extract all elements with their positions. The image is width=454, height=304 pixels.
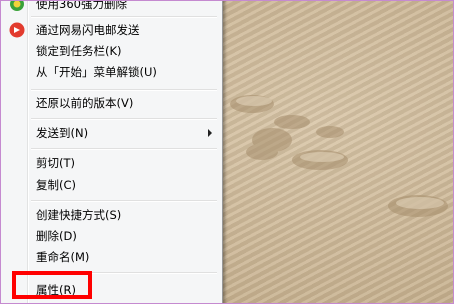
menu-separator <box>31 118 217 120</box>
menu-separator <box>31 89 217 91</box>
menu-item-cut[interactable]: 剪切(T) <box>3 153 219 173</box>
menu-item-copy[interactable]: 复制(C) <box>3 175 219 195</box>
menu-separator <box>31 16 217 18</box>
context-menu: 使用360强力删除 通过网易闪电邮发送 锁定到任务栏(K) 从「开始」菜单解锁(… <box>0 0 223 304</box>
submenu-arrow-icon <box>208 129 212 137</box>
netease-mail-icon <box>9 22 25 38</box>
menu-item-send-via-netease-mail[interactable]: 通过网易闪电邮发送 <box>3 20 219 40</box>
menu-item-label: 删除(D) <box>36 229 77 243</box>
menu-item-label: 还原以前的版本(V) <box>36 96 134 110</box>
menu-item-pin-to-taskbar[interactable]: 锁定到任务栏(K) <box>3 41 219 61</box>
menu-separator <box>31 200 217 202</box>
menu-item-label: 锁定到任务栏(K) <box>36 44 122 58</box>
menu-item-label: 发送到(N) <box>36 126 89 140</box>
menu-item-label: 创建快捷方式(S) <box>36 208 122 222</box>
menu-item-label: 剪切(T) <box>36 156 75 170</box>
menu-item-create-shortcut[interactable]: 创建快捷方式(S) <box>3 205 219 225</box>
menu-item-360-delete[interactable]: 使用360强力删除 <box>3 0 219 14</box>
menu-separator <box>31 148 217 150</box>
sand-footprints-image <box>230 95 448 217</box>
menu-item-send-to[interactable]: 发送到(N) <box>3 123 219 143</box>
menu-item-label: 从「开始」菜单解锁(U) <box>36 65 157 79</box>
menu-item-label: 重命名(M) <box>36 250 90 264</box>
menu-item-restore-previous-versions[interactable]: 还原以前的版本(V) <box>3 93 219 113</box>
menu-item-delete[interactable]: 删除(D) <box>3 226 219 246</box>
360-security-icon <box>9 0 25 12</box>
menu-item-label: 通过网易闪电邮发送 <box>36 23 140 37</box>
annotation-highlight-box <box>12 271 92 299</box>
menu-item-rename[interactable]: 重命名(M) <box>3 247 219 267</box>
menu-item-label: 复制(C) <box>36 178 77 192</box>
menu-item-label: 使用360强力删除 <box>36 0 127 11</box>
menu-item-unpin-from-start[interactable]: 从「开始」菜单解锁(U) <box>3 62 219 82</box>
